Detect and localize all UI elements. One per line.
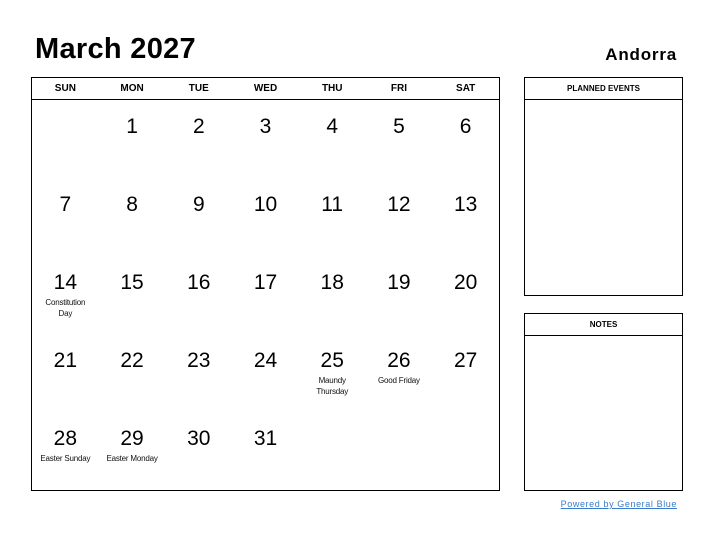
holiday-label: Easter Monday: [106, 454, 158, 463]
day-number: 5: [393, 115, 405, 138]
day-number: 31: [253, 427, 278, 450]
weekday-sun: SUN: [54, 83, 76, 94]
day-cell: 5: [366, 100, 433, 178]
day-number: 18: [320, 271, 344, 294]
planned-events-panel: PLANNED EVENTS: [524, 77, 683, 296]
day-cell: 4: [299, 100, 366, 178]
holiday-label: Constitution Day: [45, 298, 86, 318]
day-number: 12: [387, 193, 411, 216]
country-label: Andorra: [605, 45, 677, 64]
day-cell: 31: [232, 412, 299, 490]
day-number: 3: [259, 115, 272, 138]
holiday-label: Good Friday: [378, 376, 420, 385]
planned-events-heading: PLANNED EVENTS: [525, 78, 682, 100]
day-number: 10: [253, 193, 278, 216]
day-cell: 25 Maundy Thursday: [299, 334, 366, 412]
day-number: 28: [53, 427, 78, 450]
day-number: 29: [120, 427, 144, 450]
empty-day-cell: [366, 412, 433, 490]
day-cell: 9: [165, 178, 232, 256]
empty-day-cell: [432, 412, 499, 490]
day-number: 7: [59, 193, 72, 216]
day-cell: 14 Constitution Day: [32, 256, 99, 334]
weekday-mon: MON: [120, 83, 144, 94]
day-number: 26: [387, 349, 411, 372]
day-cell: 6: [432, 100, 499, 178]
day-number: 22: [120, 349, 144, 372]
day-number: 2: [192, 115, 205, 138]
empty-day-cell: [299, 412, 366, 490]
day-number: 11: [321, 193, 344, 216]
calendar-title: March 2027: [35, 33, 196, 65]
notes-heading: NOTES: [525, 314, 682, 336]
day-number: 25: [320, 349, 344, 372]
day-number: 17: [253, 271, 278, 294]
day-number: 4: [326, 115, 339, 138]
day-number: 19: [387, 271, 411, 294]
empty-day-cell: [32, 100, 99, 178]
day-number: 9: [192, 193, 205, 216]
day-cell: 12: [366, 178, 433, 256]
day-cell: 7: [32, 178, 99, 256]
day-cell: 11: [299, 178, 366, 256]
day-cell: 18: [299, 256, 366, 334]
day-number: 16: [187, 271, 211, 294]
day-cell: 8: [99, 178, 166, 256]
weekday-header: SUN MON TUE WED THU FRI SAT: [32, 78, 499, 100]
day-cell: 24: [232, 334, 299, 412]
holiday-label: Maundy Thursday: [316, 376, 349, 396]
day-number: 24: [253, 349, 278, 372]
notes-panel: NOTES: [524, 313, 683, 491]
day-cell: 20: [432, 256, 499, 334]
weekday-tue: TUE: [188, 83, 209, 94]
calendar-grid: 1 2 3 4 5 6 7 8 9 10 11 12 13 14 Constitution Day 15 16 1…: [32, 100, 499, 490]
weekday-fri: FRI: [390, 83, 407, 94]
weekday-sat: SAT: [456, 83, 476, 94]
day-number: 23: [187, 349, 211, 372]
day-cell: 16: [165, 256, 232, 334]
day-number: 6: [459, 115, 472, 138]
weekday-thu: THU: [321, 83, 343, 94]
day-cell: 2: [165, 100, 232, 178]
day-cell: 19: [366, 256, 433, 334]
day-number: 8: [126, 193, 138, 216]
day-cell: 23: [165, 334, 232, 412]
day-cell: 29 Easter Monday: [99, 412, 166, 490]
day-cell: 28 Easter Sunday: [32, 412, 99, 490]
month-calendar: SUN MON TUE WED THU FRI SAT 1 2 3 4 5 6 7 8 9 10 1…: [31, 77, 500, 491]
day-cell: 17: [232, 256, 299, 334]
day-cell: 27: [432, 334, 499, 412]
day-cell: 22: [99, 334, 166, 412]
day-cell: 1: [99, 100, 166, 178]
day-cell: 3: [232, 100, 299, 178]
day-number: 14: [53, 271, 78, 294]
day-number: 21: [53, 349, 78, 372]
holiday-label: Easter Sunday: [40, 454, 91, 463]
day-cell: 30: [165, 412, 232, 490]
day-number: 15: [120, 271, 144, 294]
day-cell: 26 Good Friday: [366, 334, 433, 412]
day-number: 1: [126, 115, 138, 138]
day-number: 30: [187, 427, 211, 450]
day-cell: 21: [32, 334, 99, 412]
weekday-wed: WED: [253, 83, 278, 94]
day-number: 27: [453, 349, 478, 372]
day-number: 20: [453, 271, 478, 294]
day-cell: 10: [232, 178, 299, 256]
day-cell: 15: [99, 256, 166, 334]
powered-by-link[interactable]: Powered by General Blue: [561, 499, 677, 509]
day-number: 13: [453, 193, 478, 216]
day-cell: 13: [432, 178, 499, 256]
